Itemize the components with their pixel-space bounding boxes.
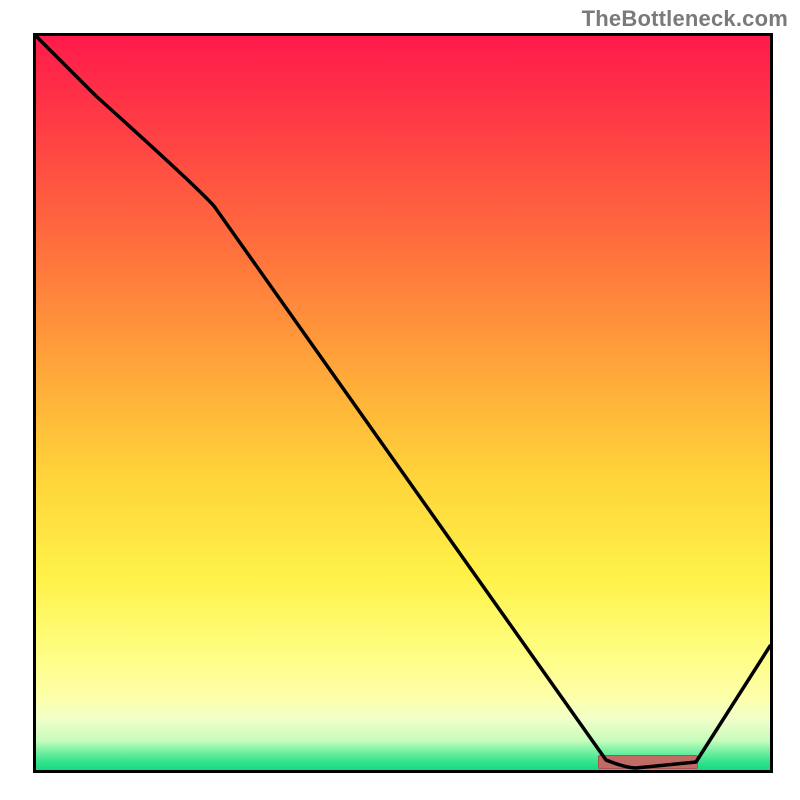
bottleneck-curve (36, 36, 770, 770)
plot-area (33, 33, 773, 773)
attribution-label: TheBottleneck.com (582, 6, 788, 32)
chart-container: TheBottleneck.com (0, 0, 800, 800)
